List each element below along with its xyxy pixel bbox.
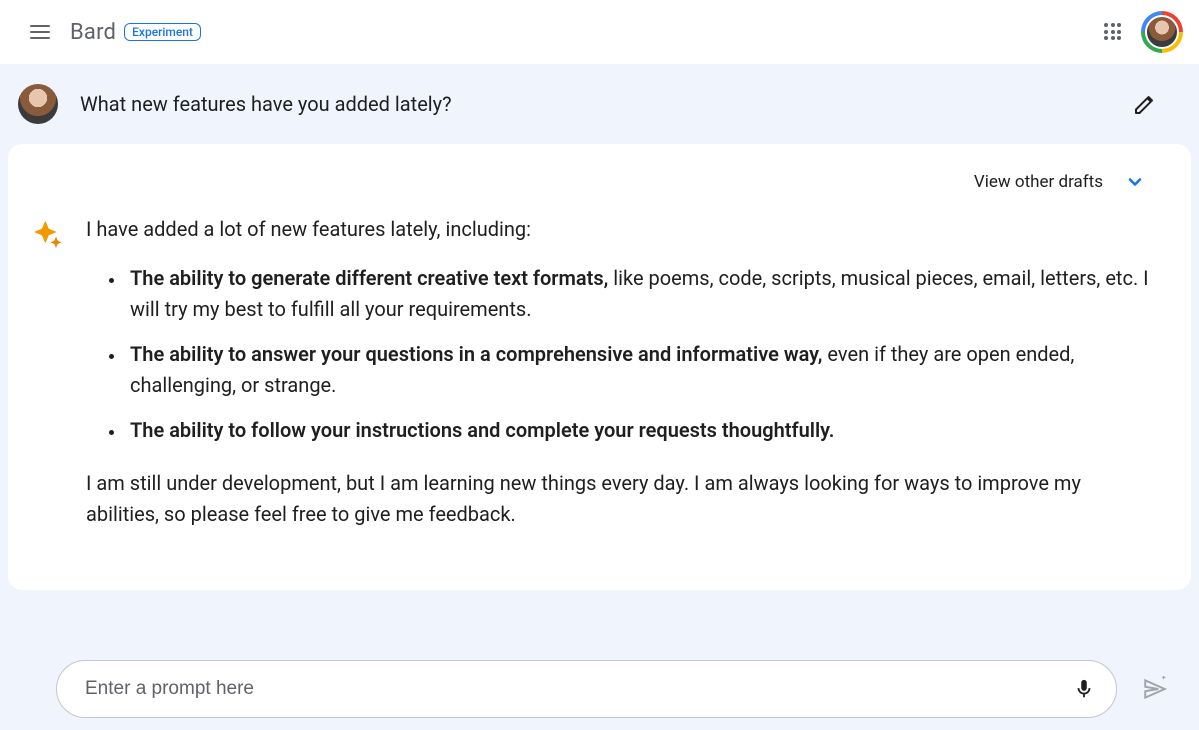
response-text: I have added a lot of new features latel… (86, 214, 1155, 548)
response-bullet: The ability to answer your questions in … (126, 339, 1155, 401)
experiment-badge: Experiment (124, 23, 201, 41)
profile-avatar-image (1145, 15, 1179, 49)
chat-scroll-area[interactable]: What new features have you added lately?… (0, 64, 1199, 730)
expand-drafts-button[interactable] (1117, 164, 1153, 200)
response-bullet: The ability to generate different creati… (126, 263, 1155, 325)
input-bar (0, 650, 1199, 730)
view-other-drafts-label[interactable]: View other drafts (974, 172, 1103, 192)
microphone-icon (1073, 678, 1095, 700)
response-card: View other drafts I have added a lot of … (8, 144, 1191, 590)
google-apps-button[interactable] (1093, 12, 1133, 52)
brand: Bard Experiment (70, 20, 201, 45)
edit-prompt-button[interactable] (1123, 82, 1167, 126)
menu-button[interactable] (16, 8, 64, 56)
microphone-button[interactable] (1064, 669, 1104, 709)
drafts-row: View other drafts (32, 162, 1155, 206)
user-message-row: What new features have you added lately? (0, 64, 1199, 144)
header-right (1093, 11, 1191, 53)
send-button[interactable] (1133, 667, 1177, 711)
user-avatar (18, 84, 58, 124)
profile-avatar-button[interactable] (1141, 11, 1183, 53)
header: Bard Experiment (0, 0, 1199, 64)
brand-name: Bard (70, 20, 116, 45)
apps-grid-icon (1104, 23, 1122, 41)
response-outro: I am still under development, but I am l… (86, 468, 1155, 530)
pencil-icon (1133, 92, 1157, 116)
send-icon (1142, 676, 1168, 702)
response-body: I have added a lot of new features latel… (32, 214, 1155, 548)
prompt-input[interactable] (85, 678, 1056, 700)
bard-spark-icon (32, 214, 68, 548)
prompt-box[interactable] (56, 660, 1117, 718)
response-bullet-list: The ability to generate different creati… (86, 263, 1155, 446)
response-bullet: The ability to follow your instructions … (126, 415, 1155, 446)
user-message-text: What new features have you added lately? (80, 92, 1101, 116)
hamburger-icon (30, 25, 50, 39)
chevron-down-icon (1125, 172, 1145, 192)
response-intro: I have added a lot of new features latel… (86, 214, 1155, 245)
